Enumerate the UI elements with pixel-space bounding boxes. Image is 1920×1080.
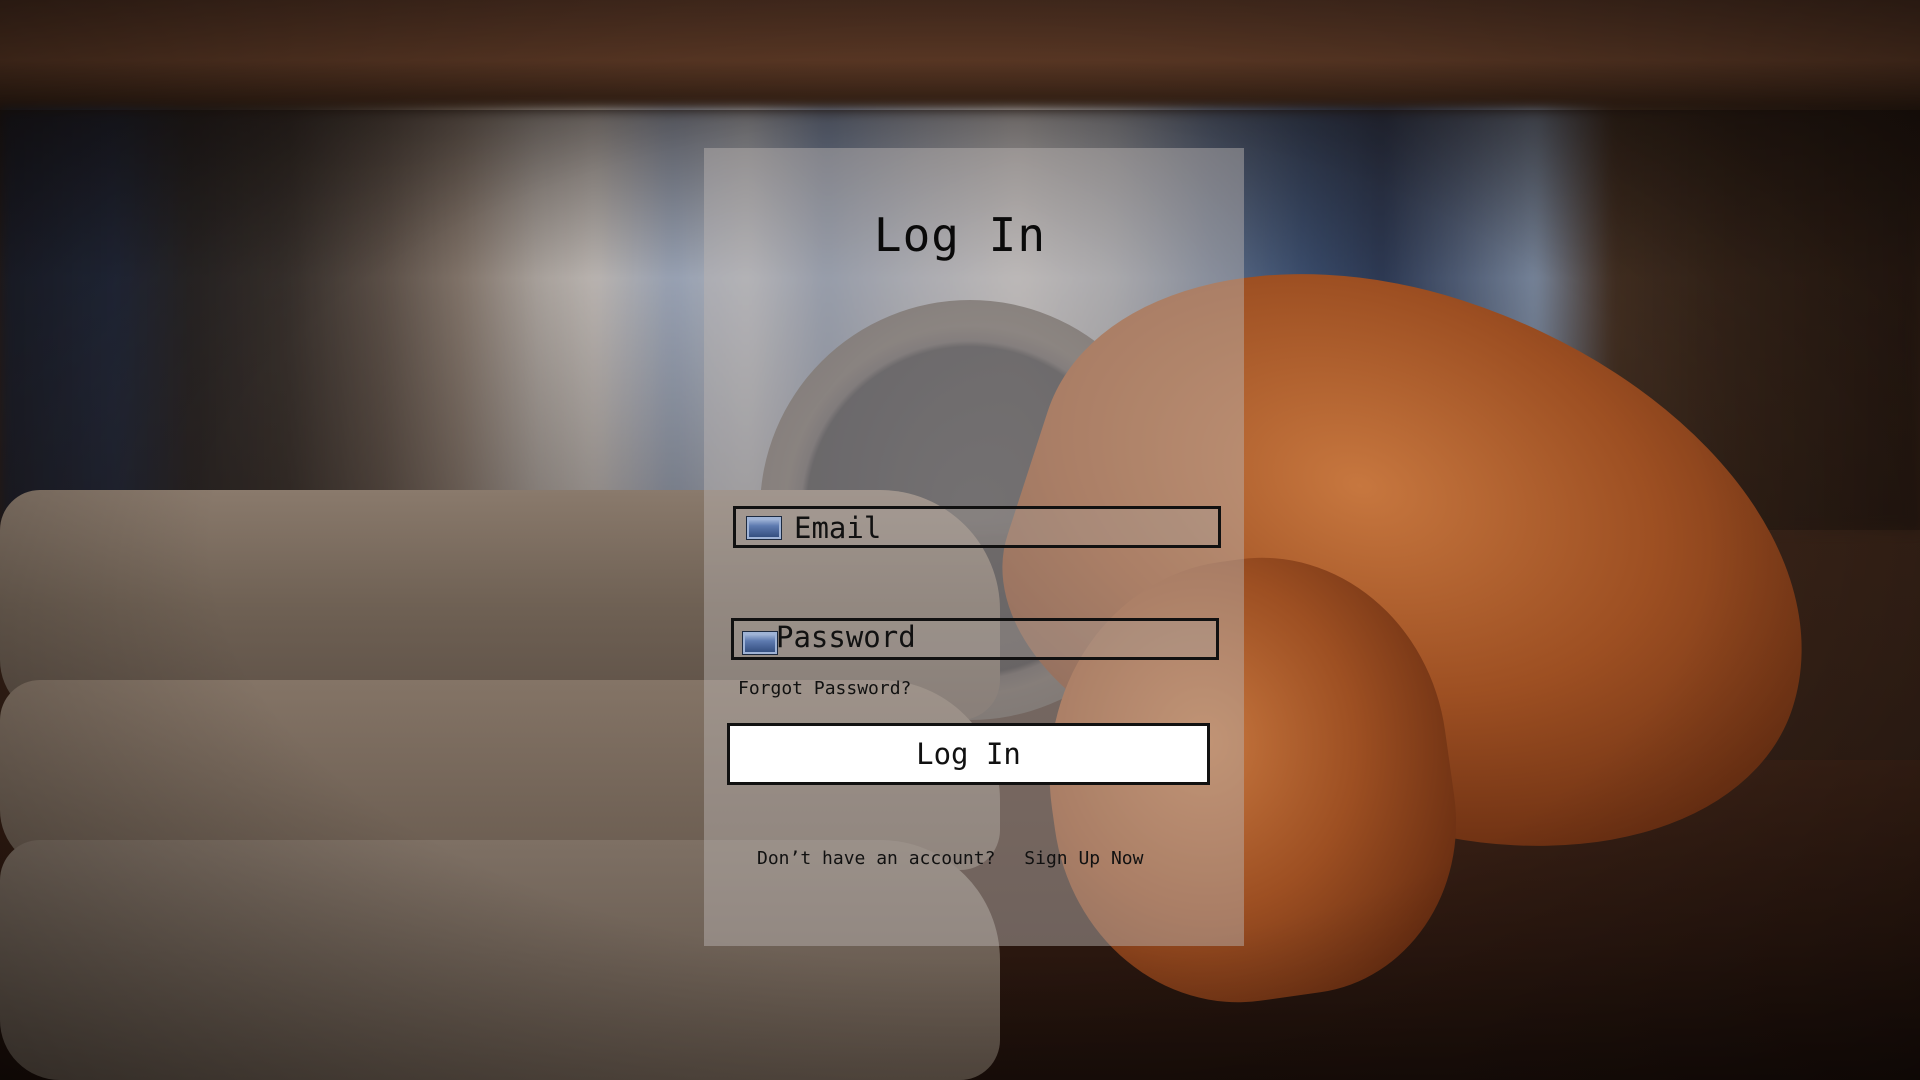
signup-prompt: Don’t have an account? Sign Up Now [757,848,1143,869]
password-input[interactable] [776,619,1196,655]
password-field[interactable] [731,618,1219,660]
login-title: Log In [873,208,1047,262]
signup-link[interactable]: Sign Up Now [1024,848,1143,869]
no-account-text: Don’t have an account? [757,848,996,869]
email-field[interactable] [733,506,1221,548]
password-icon [742,631,778,655]
forgot-password-link[interactable]: Forgot Password? [738,678,911,699]
login-button[interactable]: Log In [727,723,1210,785]
email-input[interactable] [794,510,1214,546]
email-icon [746,516,782,540]
